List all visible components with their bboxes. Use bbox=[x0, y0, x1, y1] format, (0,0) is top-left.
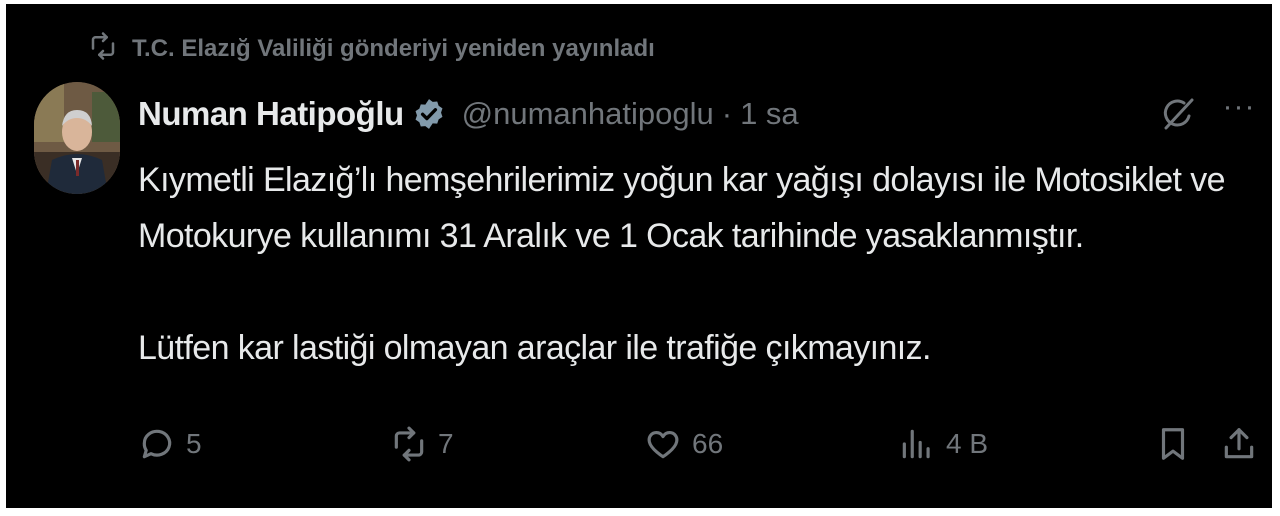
views-button[interactable]: 4 B bbox=[898, 416, 988, 472]
action-bar: 5 7 66 4 B bbox=[138, 416, 1268, 472]
author-handle[interactable]: @numanhatipoglu bbox=[462, 96, 714, 132]
reply-count: 5 bbox=[186, 428, 202, 459]
repost-icon bbox=[390, 425, 428, 463]
more-options-button[interactable]: ··· bbox=[1218, 92, 1260, 130]
reply-button[interactable]: 5 bbox=[138, 416, 202, 472]
repost-text: T.C. Elazığ Valiliği gönderiyi yeniden y… bbox=[132, 35, 655, 62]
post-text: Kıymetli Elazığ’lı hemşehrilerimiz yoğun… bbox=[138, 152, 1248, 376]
like-button[interactable]: 66 bbox=[644, 416, 723, 472]
bookmark-icon bbox=[1154, 425, 1192, 463]
bookmark-button[interactable] bbox=[1154, 416, 1192, 472]
repost-button[interactable]: 7 bbox=[390, 416, 454, 472]
repost-indicator[interactable]: T.C. Elazığ Valiliği gönderiyi yeniden y… bbox=[88, 31, 655, 64]
post-card: T.C. Elazığ Valiliği gönderiyi yeniden y… bbox=[6, 4, 1272, 508]
repost-count: 7 bbox=[438, 428, 454, 459]
author-name[interactable]: Numan Hatipoğlu bbox=[138, 95, 404, 133]
reply-icon bbox=[138, 425, 176, 463]
heart-icon bbox=[644, 425, 682, 463]
verified-badge-icon[interactable] bbox=[412, 97, 446, 131]
avatar[interactable] bbox=[34, 82, 120, 194]
grok-icon[interactable] bbox=[1158, 94, 1198, 134]
post-text-line: Kıymetli Elazığ’lı hemşehrilerimiz yoğun… bbox=[138, 161, 1226, 199]
post-time[interactable]: 1 sa bbox=[740, 96, 799, 132]
views-chart-icon bbox=[898, 425, 936, 463]
share-icon bbox=[1220, 425, 1258, 463]
post-text-line: Motokurye kullanımı 31 Aralık ve 1 Ocak … bbox=[138, 217, 1084, 255]
like-count: 66 bbox=[692, 428, 724, 459]
views-count: 4 B bbox=[946, 428, 989, 459]
post-header: Numan Hatipoğlu @numanhatipoglu · 1 sa bbox=[138, 90, 799, 138]
repost-icon bbox=[88, 31, 118, 68]
share-button[interactable] bbox=[1220, 416, 1258, 472]
separator-dot: · bbox=[721, 96, 733, 131]
post-text-line: Lütfen kar lastiği olmayan araçlar ile t… bbox=[138, 329, 931, 367]
